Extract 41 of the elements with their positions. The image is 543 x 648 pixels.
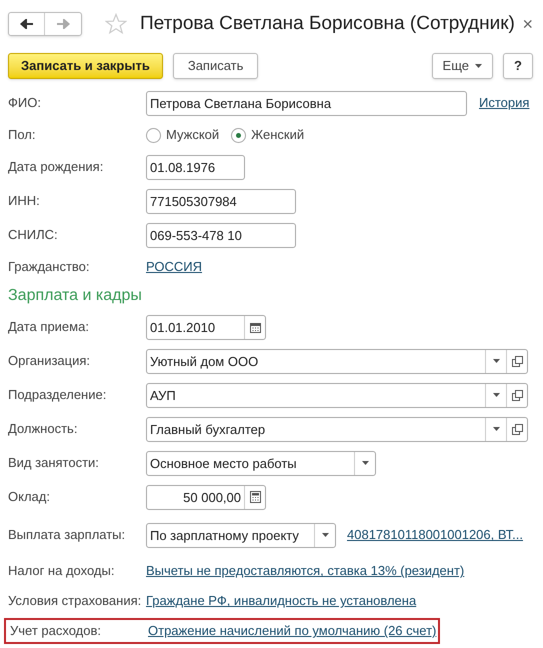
radio-option[interactable]: Женский	[231, 125, 304, 145]
field-label: ИНН:	[8, 192, 41, 210]
radio-button[interactable]	[231, 128, 246, 142]
field-label: Оклад:	[8, 488, 51, 506]
save-and-close-button[interactable]: Записать и закрыть	[8, 53, 163, 79]
input-field[interactable]: 01.08.1976	[147, 156, 244, 178]
radio-button[interactable]	[146, 128, 161, 142]
link[interactable]: История	[479, 93, 530, 113]
input-field[interactable]: 771505307984	[147, 190, 295, 212]
link[interactable]: Вычеты не предоставляются, ставка 13% (резидент)	[146, 561, 464, 581]
link[interactable]: Отражение начислений по умолчанию (26 счет)	[148, 621, 436, 641]
field-label: Выплата зарплаты:	[8, 526, 126, 544]
star-icon	[105, 13, 127, 35]
arrow-left-icon	[20, 19, 34, 29]
radio-option[interactable]: Мужской	[146, 125, 220, 145]
link[interactable]: 40817810118001001206, ВТ...	[347, 525, 523, 545]
field-label: ФИО:	[8, 94, 42, 112]
field-label: Гражданство:	[8, 258, 91, 276]
input-field[interactable]: Петрова Светлана Борисовна	[147, 92, 466, 114]
help-button[interactable]: ?	[503, 53, 533, 79]
field-label: Вид занятости:	[8, 454, 100, 472]
field-label: СНИЛС:	[8, 226, 59, 244]
field-label: Дата рождения:	[8, 158, 104, 176]
caret-icon	[475, 64, 482, 68]
field-label: Учет расходов:	[10, 622, 102, 640]
more-button[interactable]: Еще	[432, 53, 493, 79]
section-heading: Зарплата и кадры	[8, 286, 143, 306]
field-label: Должность:	[8, 420, 78, 438]
field-label: Налог на доходы:	[8, 562, 116, 580]
field-label: Подразделение:	[8, 386, 108, 404]
field-label: Пол:	[8, 126, 36, 144]
arrow-right-icon	[56, 19, 70, 29]
field-label: Организация:	[8, 352, 92, 370]
close-button[interactable]: ×	[522, 15, 533, 33]
link[interactable]: Граждане РФ, инвалидность не установлена	[146, 591, 416, 611]
field-label: Условия страхования:	[8, 592, 142, 610]
input-field[interactable]: 069-553-478 10	[147, 224, 295, 246]
save-button[interactable]: Записать	[172, 53, 258, 79]
window-title: Петрова Светлана Борисовна (Сотрудник)	[140, 12, 515, 36]
field-label: Дата приема:	[8, 318, 90, 336]
link[interactable]: РОССИЯ	[146, 257, 202, 277]
